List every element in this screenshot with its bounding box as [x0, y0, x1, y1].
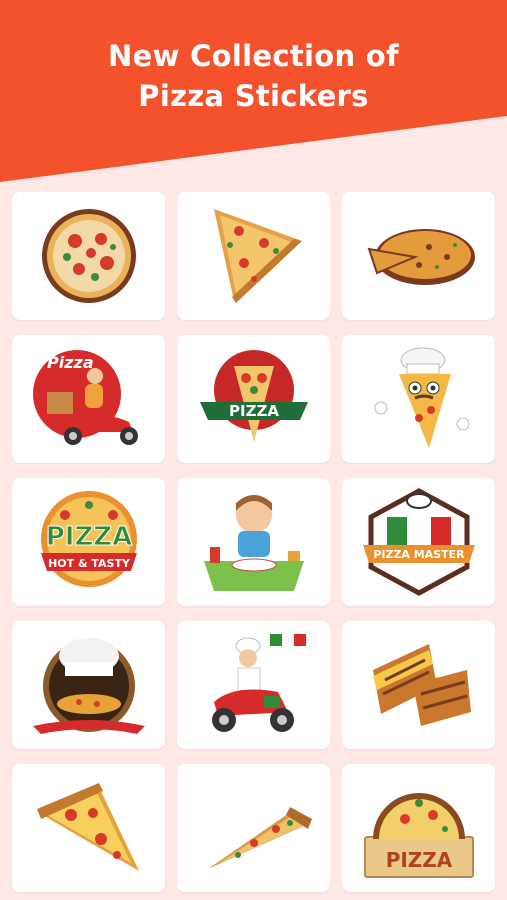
chef-pizza-character-icon	[374, 347, 469, 448]
sticker-grid: Pizza PIZZA PIZZA HOT & TASTY PIZZA MAST…	[12, 192, 496, 892]
sticker-delivery-scooter[interactable]: Pizza	[12, 335, 165, 463]
sticker-grilled-sandwich[interactable]	[342, 621, 495, 749]
sticker-hot-tasty[interactable]: PIZZA HOT & TASTY	[12, 478, 165, 606]
sticker-text-pizza-master: PIZZA MASTER	[373, 548, 465, 561]
title-line-1: New Collection of	[108, 39, 399, 73]
cheesy-slice-icon	[36, 783, 139, 871]
sticker-pizza-slice[interactable]	[177, 192, 330, 320]
sticker-text-pizza-badge: PIZZA	[229, 402, 279, 420]
grilled-sandwich-icon	[372, 644, 471, 726]
pizza-master-icon: PIZZA MASTER	[362, 488, 475, 596]
pizza-pie-icon	[367, 229, 475, 285]
kid-eating-icon	[203, 495, 304, 591]
sticker-kid-eating[interactable]	[177, 478, 330, 606]
sticker-thin-slice[interactable]	[177, 764, 330, 892]
pizza-box-icon: PIZZA	[363, 793, 474, 878]
page-title: New Collection of Pizza Stickers	[0, 36, 507, 116]
sticker-pizza-slice-out[interactable]	[342, 192, 495, 320]
round-pizza-icon	[41, 209, 136, 303]
sticker-chef-hat-pizza[interactable]	[12, 621, 165, 749]
chef-hat-pizza-icon	[32, 638, 145, 734]
sticker-chef-character[interactable]	[342, 335, 495, 463]
sticker-text-hot-tasty: HOT & TASTY	[48, 557, 131, 570]
chef-scooter-icon	[211, 634, 306, 732]
pizza-hot-tasty-icon: PIZZA HOT & TASTY	[40, 491, 137, 587]
thin-slice-icon	[207, 807, 312, 869]
sticker-pizza-badge[interactable]: PIZZA	[177, 335, 330, 463]
sticker-chef-scooter[interactable]	[177, 621, 330, 749]
delivery-scooter-icon: Pizza	[32, 350, 138, 445]
sticker-pizza-box[interactable]: PIZZA	[342, 764, 495, 892]
pizza-slice-icon	[213, 209, 302, 303]
sticker-text-pizza: Pizza	[47, 353, 94, 372]
sticker-cheesy-slice[interactable]	[12, 764, 165, 892]
sticker-pizza-master[interactable]: PIZZA MASTER	[342, 478, 495, 606]
pizza-badge-icon: PIZZA	[199, 350, 308, 442]
sticker-text-pizza-hot: PIZZA	[45, 522, 132, 552]
sticker-round-pizza[interactable]	[12, 192, 165, 320]
title-line-2: Pizza Stickers	[138, 79, 369, 113]
sticker-text-pizza-box: PIZZA	[385, 848, 452, 872]
